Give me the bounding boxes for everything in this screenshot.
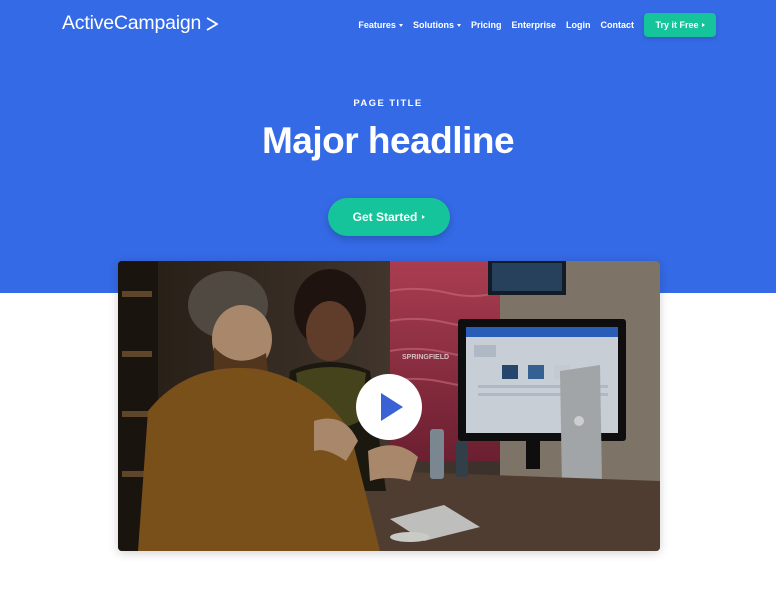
nav-label: Pricing <box>470 20 502 30</box>
hero-section: ActiveCampaign Features Solutions Pricin… <box>0 0 776 293</box>
activecampaign-logo[interactable]: ActiveCampaign <box>62 12 219 35</box>
caret-right-icon <box>422 215 426 219</box>
nav-label: Enterprise <box>511 20 556 30</box>
nav-label: Solutions <box>412 20 454 30</box>
video-player[interactable]: SPRINGFIELD <box>118 261 660 551</box>
nav-item-pricing[interactable]: Pricing <box>471 20 502 30</box>
play-icon <box>381 393 403 421</box>
caret-right-icon <box>701 23 705 27</box>
try-it-free-button[interactable]: Try it Free <box>644 13 716 37</box>
get-started-button[interactable]: Get Started <box>328 198 450 236</box>
play-button[interactable] <box>356 374 422 440</box>
logo-text: ActiveCampaign <box>62 12 202 34</box>
nav-item-solutions[interactable]: Solutions <box>413 20 461 30</box>
main-nav: Features Solutions Pricing Enterprise Lo… <box>358 13 716 37</box>
get-started-label: Get Started <box>352 210 418 224</box>
try-it-free-label: Try it Free <box>655 20 699 30</box>
nav-item-login[interactable]: Login <box>566 20 591 30</box>
nav-label: Login <box>566 20 591 30</box>
nav-item-features[interactable]: Features <box>358 20 403 30</box>
nav-label: Contact <box>600 20 635 30</box>
nav-item-contact[interactable]: Contact <box>601 20 635 30</box>
logo-chevron-icon <box>206 16 219 31</box>
caret-down-icon <box>456 23 461 27</box>
nav-item-enterprise[interactable]: Enterprise <box>511 20 556 30</box>
nav-label: Features <box>358 20 396 30</box>
page-eyebrow: PAGE TITLE <box>353 98 423 109</box>
page-headline: Major headline <box>261 120 515 161</box>
caret-down-icon <box>398 23 403 27</box>
